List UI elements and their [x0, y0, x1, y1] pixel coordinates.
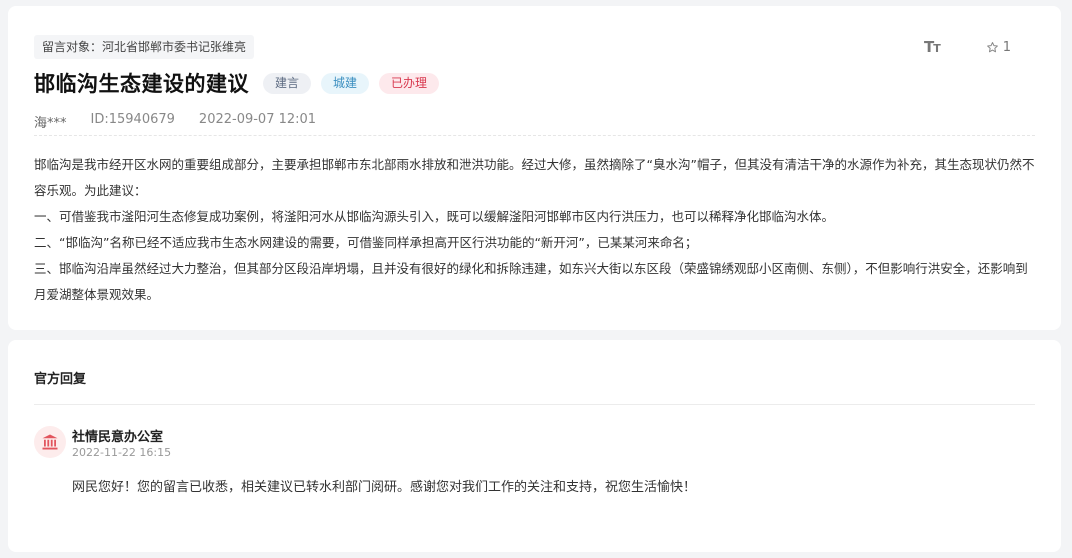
message-card: 留言对象：河北省邯郸市委书记张维亮 TT 1 邯临沟生态建设的建议 建言 城建 …: [8, 6, 1061, 330]
message-meta: 海*** ID:15940679 2022-09-07 12:01: [34, 112, 340, 131]
reply-org-name: 社情民意办公室: [72, 430, 164, 445]
org-avatar: [34, 426, 66, 458]
page-title: 邯临沟生态建设的建议: [34, 72, 249, 96]
message-target: 留言对象：河北省邯郸市委书记张维亮: [34, 35, 255, 59]
message-id: ID:15940679: [90, 112, 175, 127]
font-size-icon[interactable]: TT: [924, 38, 941, 56]
star-icon: [986, 41, 998, 52]
status-badge: 已办理: [379, 72, 440, 94]
favorite-button[interactable]: 1: [986, 40, 1011, 55]
content-paragraph: 邯临沟是我市经开区水网的重要组成部分，主要承担邯郸市东北部雨水排放和泄洪功能。经…: [34, 157, 1035, 198]
message-content: 邯临沟是我市经开区水网的重要组成部分，主要承担邯郸市东北部雨水排放和泄洪功能。经…: [34, 152, 1039, 308]
content-paragraph: 一、可借鉴我市滏阳河生态修复成功案例，将滏阳河水从邯临沟源头引入，既可以缓解滏阳…: [34, 209, 835, 224]
divider: [34, 404, 1035, 405]
content-paragraph: 三、邯临沟沿岸虽然经过大力整治，但其部分区段沿岸坍塌，且并没有很好的绿化和拆除违…: [34, 261, 1028, 302]
message-time: 2022-09-07 12:01: [198, 112, 317, 127]
divider: [34, 135, 1035, 136]
reply-text: 网民您好！您的留言已收悉，相关建议已转水利部门阅研。感谢您对我们工作的关注和支持…: [72, 480, 697, 495]
favorite-count: 1: [1002, 39, 1011, 55]
government-building-icon: [42, 434, 58, 450]
reply-card: 官方回复 社情民意办公室 2022-11-22 16:15 网民您好！您的留言已…: [8, 340, 1061, 552]
type-badge: 建言: [263, 72, 312, 94]
title-row: 邯临沟生态建设的建议 建言 城建 已办理: [34, 68, 449, 98]
message-tools: TT 1: [924, 38, 1011, 56]
reply-time: 2022-11-22 16:15: [72, 446, 172, 459]
author-name: 海***: [34, 116, 67, 131]
field-badge: 城建: [321, 72, 370, 94]
content-paragraph: 二、“邯临沟”名称已经不适应我市生态水网建设的需要，可借鉴同样承担高开区行洪功能…: [34, 235, 698, 250]
reply-heading: 官方回复: [34, 372, 87, 387]
